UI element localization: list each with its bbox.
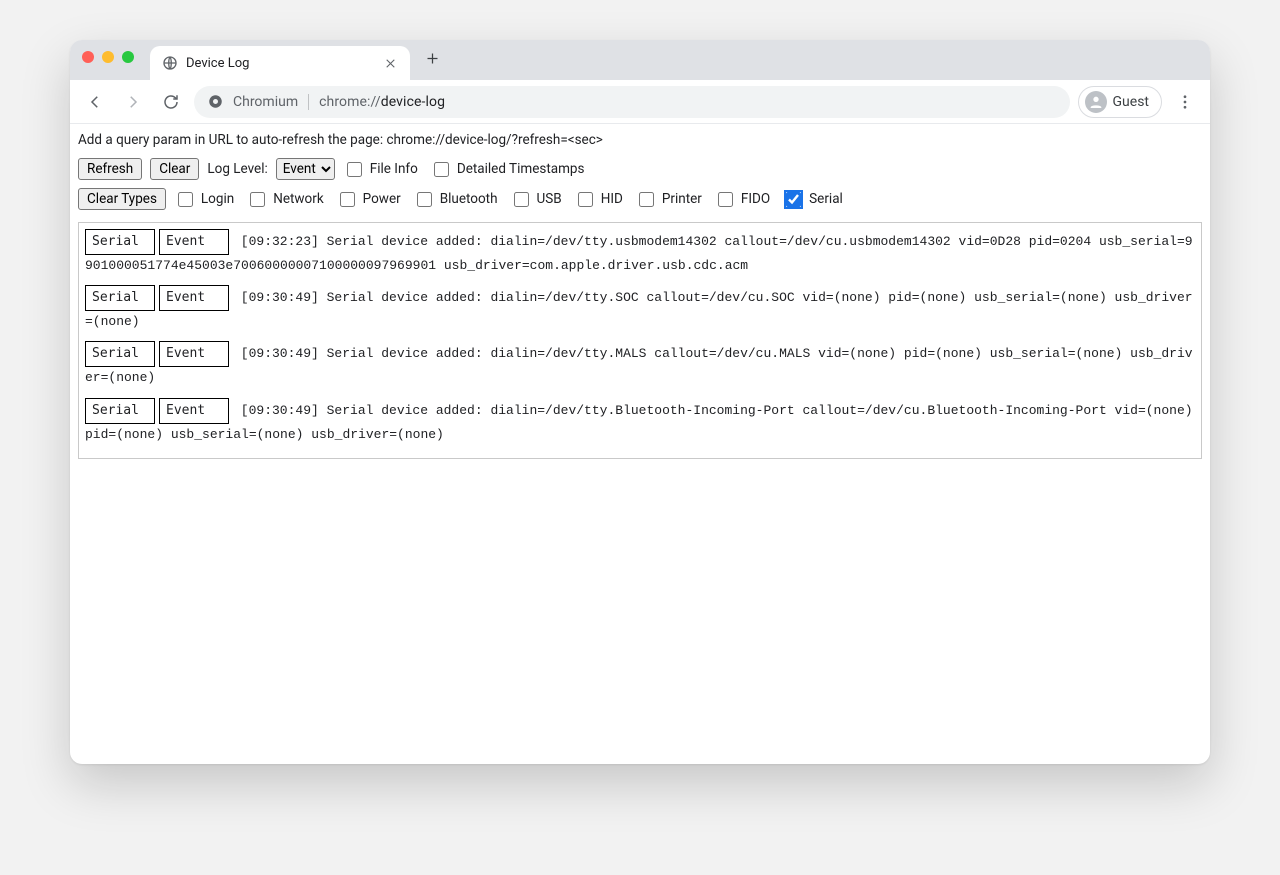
log-entry: SerialEvent [09:30:49] Serial device add… — [85, 285, 1195, 333]
profile-chip[interactable]: Guest — [1078, 86, 1162, 118]
controls-row-1: Refresh Clear Log Level: Event File Info… — [70, 156, 1210, 186]
address-bar[interactable]: Chromium chrome://device-log — [194, 86, 1070, 118]
omnibox-scheme: chrome:// — [319, 94, 381, 110]
type-label: Login — [201, 191, 234, 207]
file-info-label: File Info — [370, 161, 418, 177]
profile-label: Guest — [1113, 94, 1149, 110]
log-entry: SerialEvent [09:30:49] Serial device add… — [85, 398, 1195, 446]
type-label: Printer — [662, 191, 702, 207]
detailed-timestamps-label: Detailed Timestamps — [457, 161, 585, 177]
window-controls — [82, 51, 134, 63]
browser-window: Device Log Chromium chrome://device- — [70, 40, 1210, 764]
page-content: Add a query param in URL to auto-refresh… — [70, 124, 1210, 764]
type-checkbox-bluetooth[interactable]: Bluetooth — [413, 189, 498, 210]
type-label: Network — [273, 191, 323, 207]
log-message: [09:32:23] Serial device added: dialin=/… — [85, 234, 1193, 273]
browser-tab[interactable]: Device Log — [150, 46, 410, 80]
omnibox-host: device-log — [381, 94, 445, 110]
type-label: Power — [363, 191, 401, 207]
log-message: [09:30:49] Serial device added: dialin=/… — [85, 346, 1193, 385]
type-input-bluetooth[interactable] — [417, 192, 432, 207]
detailed-timestamps-input[interactable] — [434, 162, 449, 177]
type-checkbox-serial[interactable]: Serial — [782, 189, 843, 210]
type-checkbox-printer[interactable]: Printer — [635, 189, 702, 210]
clear-button[interactable]: Clear — [150, 158, 199, 180]
type-label: FIDO — [741, 191, 770, 207]
log-level-label: Log Level: — [207, 161, 267, 177]
log-area: SerialEvent [09:32:23] Serial device add… — [78, 222, 1202, 459]
log-type-tag: Serial — [85, 229, 155, 255]
log-message: [09:30:49] Serial device added: dialin=/… — [85, 290, 1193, 329]
type-checkbox-hid[interactable]: HID — [574, 189, 623, 210]
log-level-tag: Event — [159, 398, 229, 424]
globe-icon — [162, 55, 178, 71]
site-info-icon[interactable] — [208, 94, 223, 109]
log-entry: SerialEvent [09:32:23] Serial device add… — [85, 229, 1195, 277]
kebab-menu-button[interactable] — [1170, 87, 1200, 117]
browser-toolbar: Chromium chrome://device-log Guest — [70, 80, 1210, 124]
forward-button[interactable] — [118, 87, 148, 117]
type-input-serial[interactable] — [786, 192, 801, 207]
window-zoom-button[interactable] — [122, 51, 134, 63]
type-label: Serial — [809, 191, 843, 207]
type-label: USB — [537, 191, 562, 207]
type-input-fido[interactable] — [718, 192, 733, 207]
back-button[interactable] — [80, 87, 110, 117]
type-input-power[interactable] — [340, 192, 355, 207]
window-minimize-button[interactable] — [102, 51, 114, 63]
window-close-button[interactable] — [82, 51, 94, 63]
type-checkbox-network[interactable]: Network — [246, 189, 323, 210]
titlebar: Device Log — [70, 40, 1210, 80]
log-level-tag: Event — [159, 229, 229, 255]
type-checkbox-power[interactable]: Power — [336, 189, 401, 210]
detailed-timestamps-checkbox[interactable]: Detailed Timestamps — [430, 159, 585, 180]
log-type-tag: Serial — [85, 285, 155, 311]
type-checkbox-fido[interactable]: FIDO — [714, 189, 770, 210]
tab-close-button[interactable] — [382, 55, 398, 71]
type-input-hid[interactable] — [578, 192, 593, 207]
log-message: [09:30:49] Serial device added: dialin=/… — [85, 403, 1193, 442]
type-input-usb[interactable] — [514, 192, 529, 207]
type-input-printer[interactable] — [639, 192, 654, 207]
avatar-icon — [1085, 91, 1107, 113]
file-info-checkbox[interactable]: File Info — [343, 159, 418, 180]
tab-title: Device Log — [186, 56, 374, 71]
type-label: HID — [601, 191, 623, 207]
types-row: Clear Types Login Network Power Bluetooth US… — [70, 186, 1210, 216]
log-level-tag: Event — [159, 341, 229, 367]
refresh-button[interactable]: Refresh — [78, 158, 142, 180]
omnibox-url: chrome://device-log — [319, 94, 445, 110]
type-label: Bluetooth — [440, 191, 498, 207]
reload-button[interactable] — [156, 87, 186, 117]
file-info-input[interactable] — [347, 162, 362, 177]
type-input-network[interactable] — [250, 192, 265, 207]
omnibox-origin: Chromium — [233, 94, 298, 110]
log-type-tag: Serial — [85, 341, 155, 367]
log-level-select[interactable]: Event — [276, 158, 335, 180]
clear-types-button[interactable]: Clear Types — [78, 188, 166, 210]
log-type-tag: Serial — [85, 398, 155, 424]
new-tab-button[interactable] — [418, 44, 446, 72]
omnibox-divider — [308, 94, 309, 110]
type-input-login[interactable] — [178, 192, 193, 207]
log-entry: SerialEvent [09:30:49] Serial device add… — [85, 341, 1195, 389]
type-checkbox-usb[interactable]: USB — [510, 189, 562, 210]
refresh-hint: Add a query param in URL to auto-refresh… — [70, 126, 1210, 156]
type-checkbox-login[interactable]: Login — [174, 189, 234, 210]
log-level-tag: Event — [159, 285, 229, 311]
